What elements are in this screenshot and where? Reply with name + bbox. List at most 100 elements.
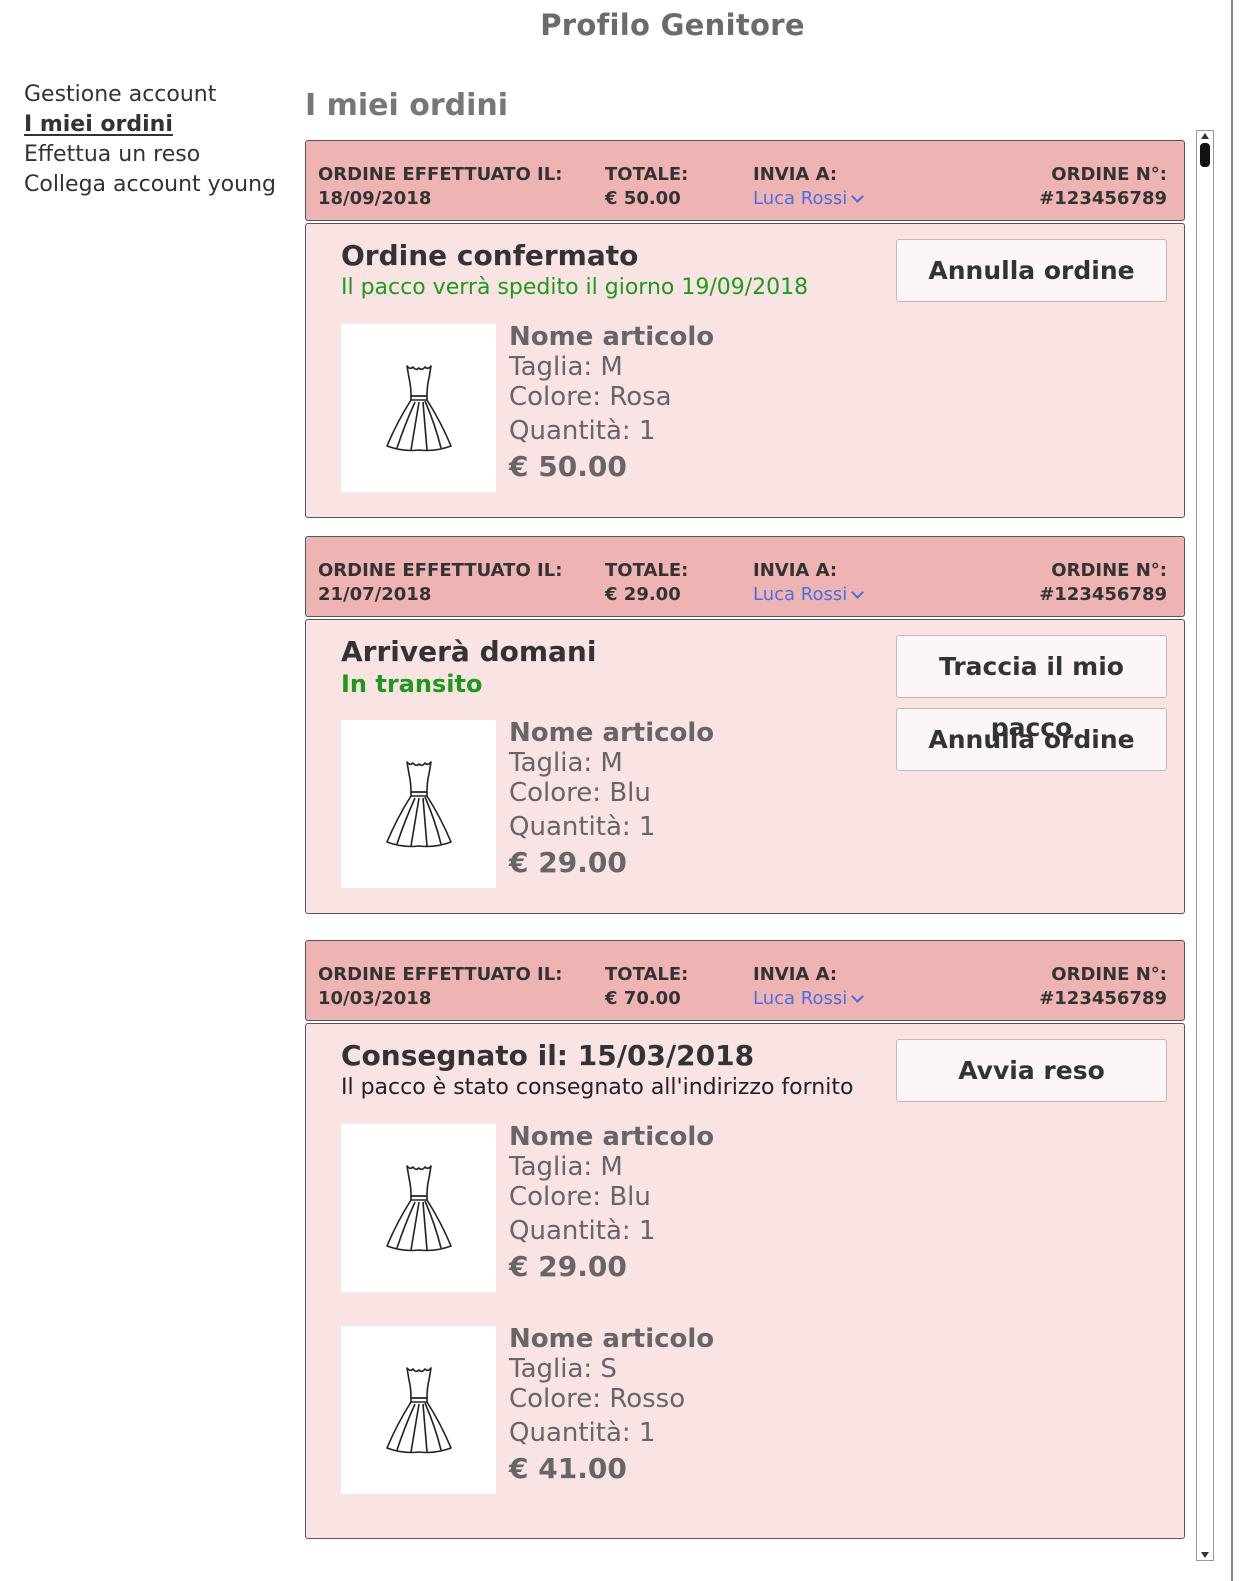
order-number-label: ORDINE N°: xyxy=(1051,560,1167,581)
sidebar-item-orders[interactable]: I miei ordini xyxy=(24,110,284,140)
order-ship-to: INVIA A: Luca Rossi xyxy=(753,163,865,211)
dress-icon xyxy=(385,1367,452,1454)
order-item: Nome articolo Taglia: M Colore: Blu Quan… xyxy=(341,718,1149,888)
product-info: Nome articolo Taglia: S Colore: Rosso Qu… xyxy=(509,1324,714,1486)
ship-to-dropdown[interactable]: Luca Rossi xyxy=(753,187,865,211)
order-date-value: 10/03/2018 xyxy=(318,988,432,1009)
product-quantity: Quantità: 1 xyxy=(509,812,656,842)
order-total-label: TOTALE: xyxy=(605,560,689,581)
chevron-down-icon xyxy=(851,990,865,1003)
order-ship-label: INVIA A: xyxy=(753,560,838,581)
order-card: ORDINE EFFETTUATO IL: 10/03/2018 TOTALE:… xyxy=(305,940,1185,1539)
product-price: € 29.00 xyxy=(509,1250,627,1283)
order-ship-to: INVIA A: Luca Rossi xyxy=(753,559,865,607)
product-price: € 29.00 xyxy=(509,846,627,879)
chevron-down-icon xyxy=(851,586,865,599)
order-item: Nome articolo Taglia: S Colore: Rosso Qu… xyxy=(341,1324,1149,1494)
order-number-value: #123456789 xyxy=(1039,584,1167,605)
chevron-down-icon xyxy=(851,190,865,203)
track-package-button[interactable]: Traccia il mio pacco xyxy=(896,635,1167,742)
order-date: ORDINE EFFETTUATO IL: 10/03/2018 xyxy=(318,963,562,1011)
sidebar-item-return[interactable]: Effettua un reso xyxy=(24,140,284,170)
scroll-down-arrow-icon[interactable] xyxy=(1201,1552,1209,1558)
cancel-order-button[interactable]: Annulla ordine xyxy=(896,239,1167,302)
order-actions: Annulla ordine xyxy=(896,239,1167,312)
product-image xyxy=(341,720,496,888)
order-number-label: ORDINE N°: xyxy=(1051,964,1167,985)
product-price: € 50.00 xyxy=(509,450,627,483)
window-border xyxy=(1231,0,1233,1581)
order-body: Consegnato il: 15/03/2018 Il pacco è sta… xyxy=(305,1023,1185,1539)
ship-to-dropdown[interactable]: Luca Rossi xyxy=(753,987,865,1011)
order-actions: Avvia reso xyxy=(896,1039,1167,1112)
product-color: Colore: Rosa xyxy=(509,382,672,412)
order-total-value: € 50.00 xyxy=(605,188,681,209)
order-number-value: #123456789 xyxy=(1039,188,1167,209)
product-info: Nome articolo Taglia: M Colore: Rosa Qua… xyxy=(509,322,714,484)
order-ship-to: INVIA A: Luca Rossi xyxy=(753,963,865,1011)
ship-to-name: Luca Rossi xyxy=(753,188,848,209)
product-size: Taglia: M xyxy=(509,1152,623,1182)
order-total-label: TOTALE: xyxy=(605,964,689,985)
dress-icon xyxy=(385,1165,452,1252)
order-total: TOTALE: € 70.00 xyxy=(605,963,688,1011)
order-date-label: ORDINE EFFETTUATO IL: xyxy=(318,164,563,185)
dress-icon xyxy=(385,761,452,848)
order-number: ORDINE N°: #123456789 xyxy=(1039,163,1167,211)
product-info: Nome articolo Taglia: M Colore: Blu Quan… xyxy=(509,718,714,880)
order-item: Nome articolo Taglia: M Colore: Blu Quan… xyxy=(341,1122,1149,1292)
scroll-up-arrow-icon[interactable] xyxy=(1201,133,1209,139)
product-size: Taglia: S xyxy=(509,1354,617,1384)
order-body: Ordine confermato Il pacco verrà spedito… xyxy=(305,223,1185,518)
order-date: ORDINE EFFETTUATO IL: 18/09/2018 xyxy=(318,163,562,211)
product-price: € 41.00 xyxy=(509,1452,627,1485)
order-ship-label: INVIA A: xyxy=(753,164,838,185)
product-quantity: Quantità: 1 xyxy=(509,1216,656,1246)
order-item: Nome articolo Taglia: M Colore: Rosa Qua… xyxy=(341,322,1149,492)
ship-to-dropdown[interactable]: Luca Rossi xyxy=(753,583,865,607)
product-name: Nome articolo xyxy=(509,718,715,748)
product-name: Nome articolo xyxy=(509,1324,715,1354)
order-total: TOTALE: € 50.00 xyxy=(605,163,688,211)
order-card: ORDINE EFFETTUATO IL: 18/09/2018 TOTALE:… xyxy=(305,140,1185,518)
sidebar-item-account[interactable]: Gestione account xyxy=(24,80,284,110)
order-date-value: 21/07/2018 xyxy=(318,584,432,605)
product-info: Nome articolo Taglia: M Colore: Blu Quan… xyxy=(509,1122,714,1284)
ship-to-name: Luca Rossi xyxy=(753,584,848,605)
order-number: ORDINE N°: #123456789 xyxy=(1039,963,1167,1011)
order-total-value: € 29.00 xyxy=(605,584,681,605)
sidebar-item-link-young[interactable]: Collega account young xyxy=(24,170,284,200)
order-date-value: 18/09/2018 xyxy=(318,188,432,209)
order-header: ORDINE EFFETTUATO IL: 18/09/2018 TOTALE:… xyxy=(305,140,1185,221)
order-header: ORDINE EFFETTUATO IL: 21/07/2018 TOTALE:… xyxy=(305,536,1185,617)
order-total: TOTALE: € 29.00 xyxy=(605,559,688,607)
start-return-button[interactable]: Avvia reso xyxy=(896,1039,1167,1102)
product-quantity: Quantità: 1 xyxy=(509,1418,656,1448)
scroll-thumb[interactable] xyxy=(1200,143,1210,167)
order-card: ORDINE EFFETTUATO IL: 21/07/2018 TOTALE:… xyxy=(305,536,1185,914)
scrollbar[interactable] xyxy=(1196,130,1214,1561)
order-number: ORDINE N°: #123456789 xyxy=(1039,559,1167,607)
order-date-label: ORDINE EFFETTUATO IL: xyxy=(318,560,563,581)
product-name: Nome articolo xyxy=(509,1122,715,1152)
product-color: Colore: Rosso xyxy=(509,1384,686,1414)
product-image xyxy=(341,1124,496,1292)
section-title: I miei ordini xyxy=(305,88,509,123)
page-title: Profilo Genitore xyxy=(540,8,805,42)
order-total-value: € 70.00 xyxy=(605,988,681,1009)
product-name: Nome articolo xyxy=(509,322,715,352)
product-size: Taglia: M xyxy=(509,352,623,382)
product-color: Colore: Blu xyxy=(509,1182,651,1212)
order-date-label: ORDINE EFFETTUATO IL: xyxy=(318,964,563,985)
dress-icon xyxy=(385,365,452,452)
product-size: Taglia: M xyxy=(509,748,623,778)
order-header: ORDINE EFFETTUATO IL: 10/03/2018 TOTALE:… xyxy=(305,940,1185,1021)
product-image xyxy=(341,324,496,492)
order-number-label: ORDINE N°: xyxy=(1051,164,1167,185)
order-ship-label: INVIA A: xyxy=(753,964,838,985)
sidebar: Gestione account I miei ordini Effettua … xyxy=(24,80,284,200)
order-date: ORDINE EFFETTUATO IL: 21/07/2018 xyxy=(318,559,562,607)
orders-list: ORDINE EFFETTUATO IL: 18/09/2018 TOTALE:… xyxy=(305,140,1185,1557)
order-total-label: TOTALE: xyxy=(605,164,689,185)
order-number-value: #123456789 xyxy=(1039,988,1167,1009)
